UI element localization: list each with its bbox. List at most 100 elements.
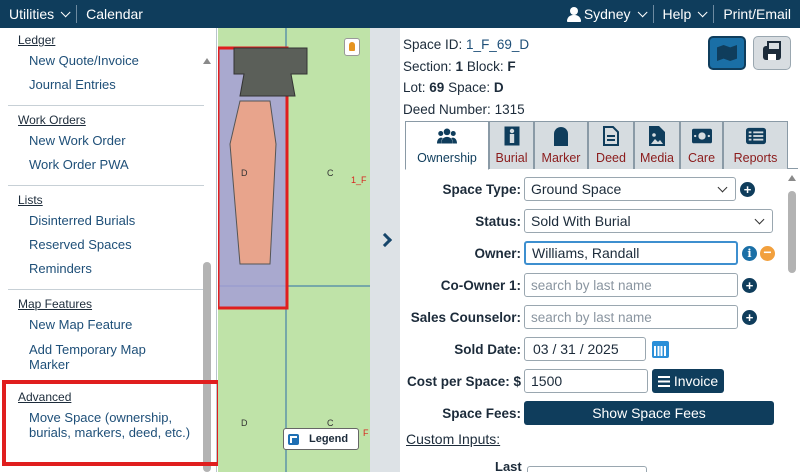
- map-label-d: D: [241, 418, 248, 428]
- tab-care[interactable]: Care: [680, 121, 723, 169]
- highlight-box: [2, 380, 221, 466]
- sales-counselor-input[interactable]: search by last name: [524, 305, 738, 329]
- remove-owner-icon[interactable]: −: [760, 245, 775, 261]
- menu-divider: [8, 289, 204, 290]
- menu-item-new-quote-invoice[interactable]: New Quote/Invoice: [18, 51, 216, 75]
- tab-reports[interactable]: Reports: [723, 121, 788, 169]
- menu-section-ledger: Ledger New Quote/Invoice Journal Entries: [0, 33, 216, 99]
- panel-scrollbar[interactable]: [786, 171, 798, 472]
- section-block-line: Section: 1 Block: F: [403, 56, 529, 78]
- tab-burial[interactable]: Burial: [489, 121, 534, 169]
- ownership-form: Space Type: Ground Space + Status: Sold …: [400, 170, 800, 472]
- menu-item-new-map-feature[interactable]: New Map Feature: [18, 315, 216, 339]
- menu-item-new-work-order[interactable]: New Work Order: [18, 131, 216, 155]
- invoice-button[interactable]: Invoice: [652, 369, 724, 393]
- legend-button[interactable]: Legend: [283, 428, 359, 450]
- chevron-right-icon[interactable]: [377, 232, 393, 248]
- detail-tabs: Ownership Burial Marker Deed Media Care …: [405, 121, 798, 170]
- menu-item-work-order-pwa[interactable]: Work Order PWA: [18, 155, 216, 179]
- map-view-button[interactable]: [708, 36, 746, 70]
- map-label-d: D: [241, 168, 248, 178]
- calendar-icon[interactable]: [652, 340, 669, 358]
- space-detail-panel: Space ID: 1_F_69_D Section: 1 Block: F L…: [400, 28, 800, 472]
- sales-counselor-label: Sales Counselor:: [410, 309, 521, 325]
- menu-heading: Work Orders: [18, 113, 86, 127]
- menu-heading: Ledger: [18, 33, 56, 47]
- scroll-up-icon[interactable]: [788, 175, 796, 181]
- menu-item-reserved-spaces[interactable]: Reserved Spaces: [18, 235, 216, 259]
- utilities-label: Utilities: [9, 6, 55, 22]
- deed-line: Deed Number: 1315: [403, 99, 529, 121]
- map-pin-icon[interactable]: [344, 38, 360, 56]
- add-coowner-icon[interactable]: +: [742, 277, 757, 293]
- tab-label: Burial: [495, 151, 528, 165]
- sold-date-input[interactable]: 03 / 31 / 2025: [524, 337, 646, 361]
- tab-ownership[interactable]: Ownership: [405, 121, 489, 170]
- status-value: Sold With Burial: [531, 213, 631, 229]
- menu-section-work-orders: Work Orders New Work Order Work Order PW…: [0, 113, 216, 179]
- user-icon: [566, 6, 581, 22]
- scroll-up-icon[interactable]: [203, 58, 211, 64]
- show-space-fees-button[interactable]: Show Space Fees: [524, 401, 774, 425]
- space-fees-row: Space Fees: Show Space Fees: [400, 400, 800, 426]
- tab-marker[interactable]: Marker: [534, 121, 588, 169]
- user-menu[interactable]: Sydney: [558, 0, 653, 28]
- status-row: Status: Sold With Burial: [400, 208, 800, 234]
- invoice-label: Invoice: [673, 373, 719, 389]
- space-type-select[interactable]: Ground Space: [524, 177, 736, 201]
- last-label: Last: [495, 459, 522, 472]
- user-name: Sydney: [583, 6, 631, 22]
- print-button[interactable]: [753, 36, 791, 70]
- chevron-down-icon: [60, 6, 71, 17]
- tab-label: Ownership: [417, 151, 477, 165]
- utilities-menu[interactable]: Utilities: [0, 0, 76, 28]
- status-select[interactable]: Sold With Burial: [524, 209, 773, 233]
- map-label-c: C: [327, 418, 334, 428]
- panel-toggle[interactable]: [370, 28, 400, 472]
- space-value: D: [493, 80, 504, 95]
- owner-row: Owner: Williams, Randall i −: [400, 240, 800, 266]
- chevron-down-icon: [637, 6, 648, 17]
- custom-inputs-heading[interactable]: Custom Inputs:: [406, 431, 500, 447]
- add-space-type-icon[interactable]: +: [740, 181, 755, 197]
- owner-label: Owner:: [474, 245, 521, 261]
- menu-item-journal-entries[interactable]: Journal Entries: [18, 75, 216, 99]
- space-fees-label: Space Fees:: [442, 405, 521, 421]
- menu-section-lists: Lists Disinterred Burials Reserved Space…: [0, 193, 216, 283]
- owner-input[interactable]: Williams, Randall: [524, 241, 738, 265]
- tab-label: Media: [639, 151, 675, 165]
- calendar-link[interactable]: Calendar: [77, 0, 152, 28]
- monument-shape: [233, 47, 308, 97]
- tab-deed[interactable]: Deed: [588, 121, 634, 169]
- scroll-thumb[interactable]: [788, 191, 796, 273]
- coowner-placeholder: search by last name: [531, 277, 652, 293]
- print-email-link[interactable]: Print/Email: [714, 0, 800, 28]
- menu-item-add-temporary-map-marker[interactable]: Add Temporary Map Marker: [18, 339, 216, 376]
- block-label: Block:: [466, 58, 504, 74]
- image-file-icon: [647, 126, 667, 146]
- last-input[interactable]: [527, 466, 647, 472]
- lot-space-line: Lot: 69 Space: D: [403, 77, 529, 99]
- add-sales-counselor-icon[interactable]: +: [742, 309, 757, 325]
- tab-media[interactable]: Media: [634, 121, 680, 169]
- deed-value: 1315: [494, 101, 525, 117]
- sales-counselor-row: Sales Counselor: search by last name +: [400, 304, 800, 330]
- info-icon[interactable]: i: [742, 245, 757, 261]
- map-label-c: C: [327, 168, 334, 178]
- list-icon: [745, 126, 766, 146]
- person-icon: [502, 126, 522, 146]
- menu-item-disinterred-burials[interactable]: Disinterred Burials: [18, 211, 216, 235]
- document-icon: [601, 126, 621, 146]
- coowner-input[interactable]: search by last name: [524, 273, 738, 297]
- menu-item-reminders[interactable]: Reminders: [18, 259, 216, 283]
- cemetery-map[interactable]: D C 1_F D C F: [218, 28, 370, 472]
- sold-date-label: Sold Date:: [454, 341, 521, 357]
- cost-input[interactable]: 1500: [524, 369, 648, 393]
- help-menu[interactable]: Help: [654, 0, 714, 28]
- sold-date-row: Sold Date: 03 / 31 / 2025: [400, 336, 800, 362]
- menu-heading: Map Features: [18, 297, 93, 311]
- section-value: 1: [455, 58, 464, 74]
- money-icon: [691, 126, 712, 146]
- space-label: Space:: [448, 80, 491, 95]
- expand-icon: [288, 433, 299, 445]
